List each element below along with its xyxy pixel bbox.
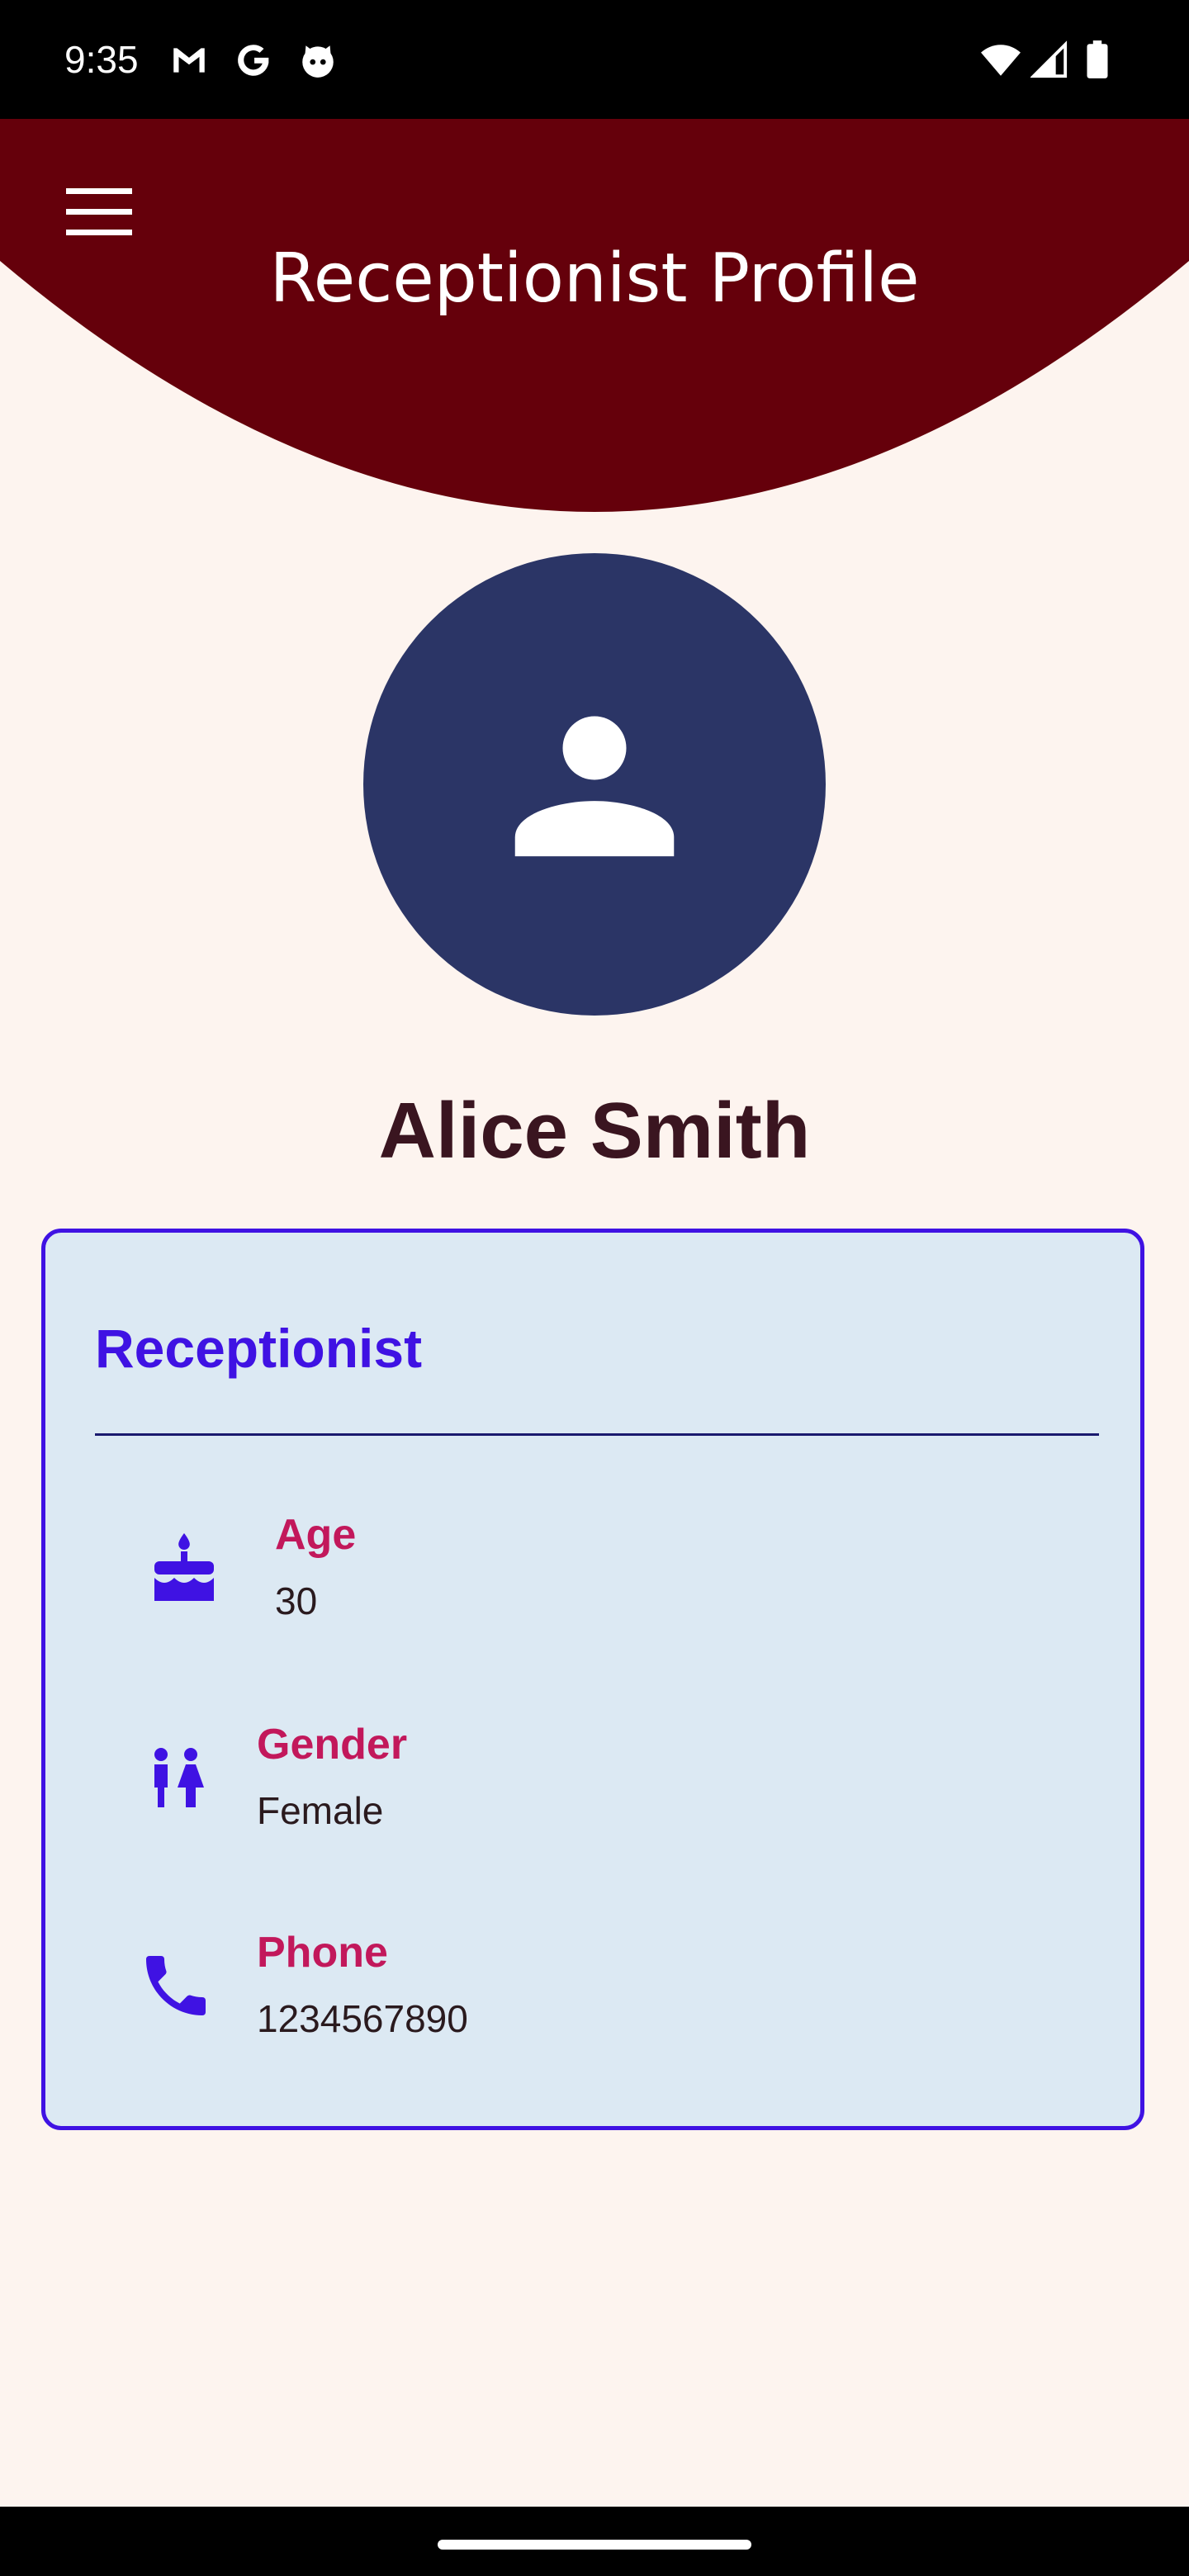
wifi-icon bbox=[979, 40, 1021, 81]
signal-icon bbox=[1030, 40, 1072, 81]
avatar bbox=[363, 553, 826, 1016]
page-title: Receptionist Profile bbox=[269, 239, 920, 318]
header-background bbox=[0, 119, 1189, 512]
status-bar: 9:35 bbox=[0, 0, 1189, 119]
app-header: Receptionist Profile bbox=[0, 119, 1189, 523]
battery-icon bbox=[1085, 40, 1126, 81]
google-icon bbox=[233, 40, 274, 81]
gmail-icon bbox=[168, 40, 210, 81]
phone-value: 1234567890 bbox=[257, 1997, 468, 2040]
profile-name: Alice Smith bbox=[378, 1087, 811, 1175]
card-title: Receptionist bbox=[95, 1318, 423, 1379]
person-icon bbox=[514, 716, 675, 857]
navigation-bar bbox=[0, 2507, 1189, 2576]
info-row-age: Age 30 bbox=[45, 1505, 1140, 1654]
status-time: 9:35 bbox=[64, 38, 139, 81]
age-value: 30 bbox=[275, 1579, 318, 1622]
hamburger-menu-icon bbox=[66, 188, 132, 235]
card-divider bbox=[95, 1433, 1099, 1436]
gender-label: Gender bbox=[257, 1721, 408, 1769]
info-card: Receptionist Age 30 Gender Female Phone … bbox=[41, 1229, 1144, 2130]
phone-icon bbox=[136, 1946, 216, 2025]
info-row-gender: Gender Female bbox=[45, 1715, 1140, 1863]
home-handle[interactable] bbox=[438, 2540, 751, 2550]
github-icon bbox=[297, 40, 339, 81]
age-label: Age bbox=[275, 1511, 357, 1559]
phone-label: Phone bbox=[257, 1929, 388, 1977]
gender-value: Female bbox=[257, 1789, 384, 1832]
info-row-phone: Phone 1234567890 bbox=[45, 1923, 1140, 2072]
wc-icon bbox=[136, 1738, 216, 1817]
cake-icon bbox=[144, 1528, 224, 1608]
